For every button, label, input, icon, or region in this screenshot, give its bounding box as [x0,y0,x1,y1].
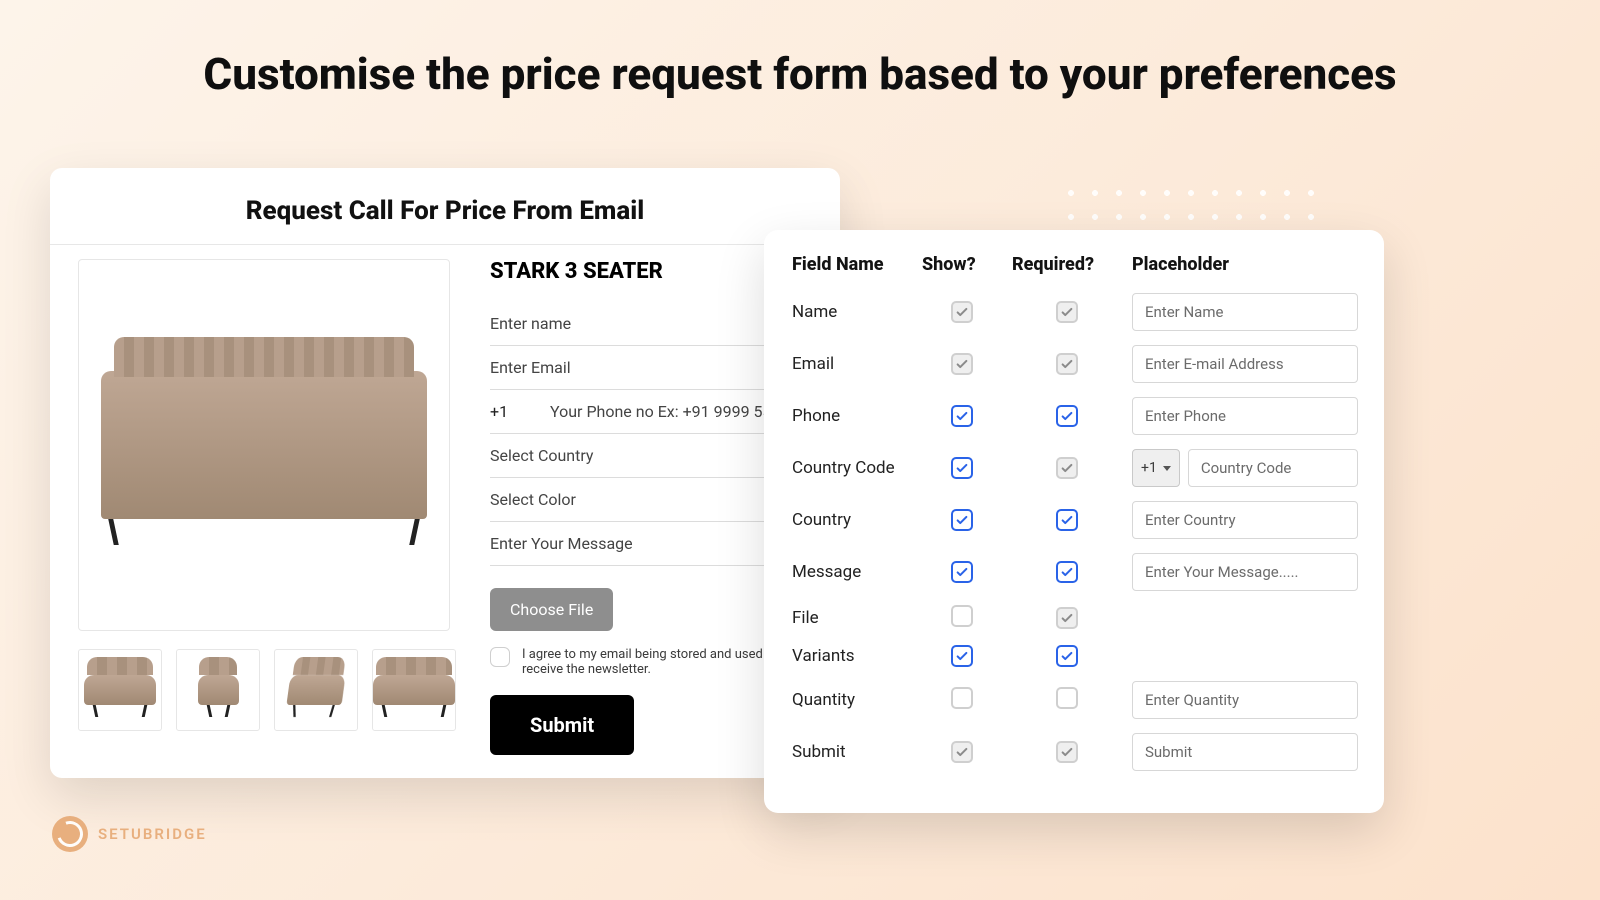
show-checkbox[interactable] [951,645,973,667]
show-checkbox[interactable] [951,457,973,479]
product-thumbnail[interactable] [274,649,358,731]
config-row: Country Enter Country [792,501,1358,539]
page-title: Customise the price request form based t… [0,0,1600,100]
divider [50,244,840,245]
product-thumbnail[interactable] [78,649,162,731]
show-checkbox[interactable] [951,561,973,583]
required-checkbox [1056,741,1078,763]
config-field-label: Phone [792,406,912,426]
required-checkbox[interactable] [1056,561,1078,583]
col-required: Required? [1012,254,1122,275]
config-row: Email Enter E-mail Address [792,345,1358,383]
required-checkbox [1056,353,1078,375]
chevron-down-icon [1163,466,1171,471]
config-row: Submit Submit [792,733,1358,771]
required-checkbox[interactable] [1056,645,1078,667]
sofa-illustration [101,371,427,519]
config-row: File [792,605,1358,631]
form-card-title: Request Call For Price From Email [78,196,812,226]
placeholder-input[interactable]: Enter Phone [1132,397,1358,435]
product-image [78,259,450,631]
col-show: Show? [922,254,1002,275]
product-thumbnails [78,649,468,731]
placeholder-input[interactable]: Enter Country [1132,501,1358,539]
show-checkbox[interactable] [951,687,973,709]
config-field-label: File [792,608,912,628]
form-preview-card: Request Call For Price From Email STARK … [50,168,840,778]
show-checkbox[interactable] [951,605,973,627]
required-checkbox [1056,301,1078,323]
config-row: Phone Enter Phone [792,397,1358,435]
dial-code-select[interactable]: +1 [1132,449,1180,487]
config-field-label: Country Code [792,458,912,478]
consent-checkbox[interactable] [490,647,510,667]
required-checkbox[interactable] [1056,509,1078,531]
config-row: Quantity Enter Quantity [792,681,1358,719]
phone-prefix: +1 [490,402,534,421]
config-row: Message Enter Your Message..... [792,553,1358,591]
phone-placeholder: Your Phone no Ex: +91 9999 5555 [550,402,790,421]
config-field-label: Quantity [792,690,912,710]
config-field-label: Country [792,510,912,530]
product-thumbnail[interactable] [176,649,260,731]
required-checkbox[interactable] [1056,405,1078,427]
placeholder-input[interactable]: Enter E-mail Address [1132,345,1358,383]
config-row: Country Code +1 Country Code [792,449,1358,487]
required-checkbox [1056,607,1078,629]
col-field-name: Field Name [792,254,912,275]
brand-icon [52,816,88,852]
config-row: Name Enter Name [792,293,1358,331]
col-placeholder: Placeholder [1132,254,1358,275]
show-checkbox [951,741,973,763]
show-checkbox[interactable] [951,509,973,531]
config-field-label: Submit [792,742,912,762]
config-field-label: Message [792,562,912,582]
show-checkbox [951,353,973,375]
config-field-label: Email [792,354,912,374]
placeholder-input[interactable]: Submit [1132,733,1358,771]
config-card: Field Name Show? Required? Placeholder N… [764,230,1384,813]
required-checkbox[interactable] [1056,687,1078,709]
config-row: Variants [792,645,1358,667]
placeholder-input[interactable]: Country Code [1188,449,1358,487]
product-thumbnail[interactable] [372,649,456,731]
show-checkbox [951,301,973,323]
config-field-label: Variants [792,646,912,666]
brand-logo: SETUBRIDGE [52,816,207,852]
show-checkbox[interactable] [951,405,973,427]
placeholder-input[interactable]: Enter Quantity [1132,681,1358,719]
brand-name: SETUBRIDGE [98,825,207,843]
required-checkbox [1056,457,1078,479]
config-header: Field Name Show? Required? Placeholder [792,254,1358,275]
placeholder-input[interactable]: Enter Your Message..... [1132,553,1358,591]
choose-file-button[interactable]: Choose File [490,588,613,631]
placeholder-input[interactable]: Enter Name [1132,293,1358,331]
submit-button[interactable]: Submit [490,695,634,755]
config-field-label: Name [792,302,912,322]
product-column [78,259,468,755]
